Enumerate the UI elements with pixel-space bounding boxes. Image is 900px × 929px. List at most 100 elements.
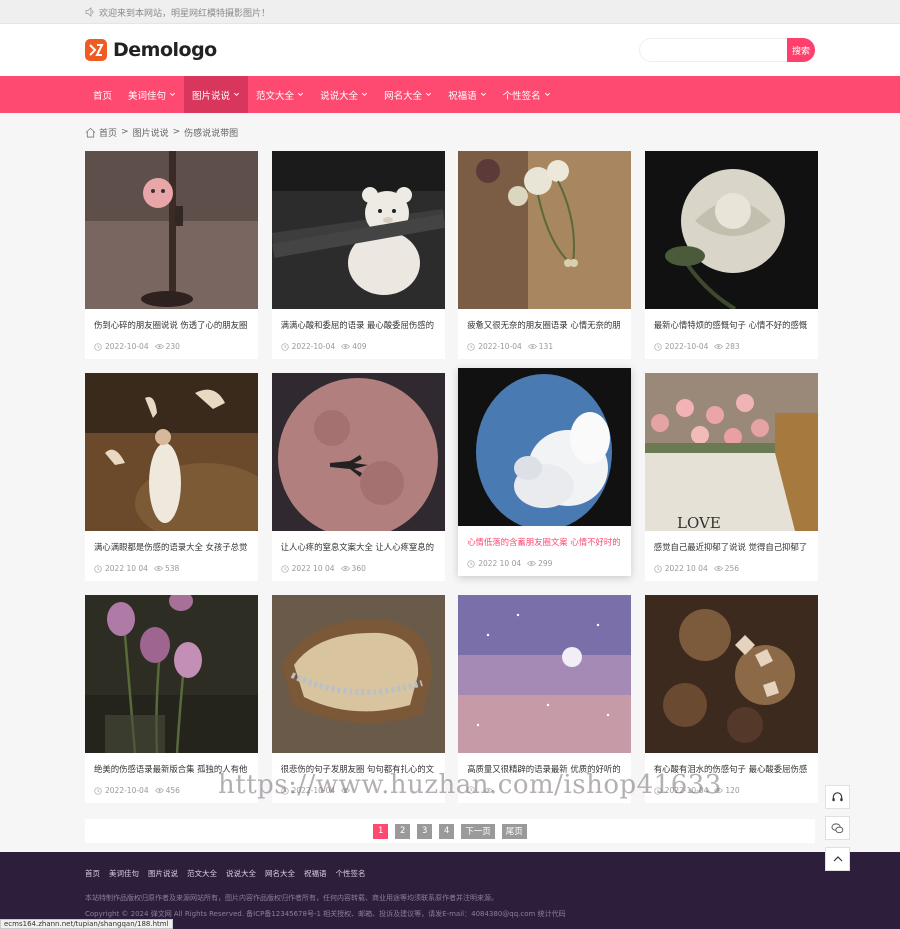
footer-link[interactable]: 范文大全	[187, 868, 217, 879]
image-card[interactable]: 最新心情特烦的感慨句子 心情不好的感慨 2022-10-04 283	[644, 151, 818, 359]
clock-icon	[654, 342, 662, 351]
card-views	[484, 787, 495, 794]
card-date: 2022-10-04	[105, 342, 149, 351]
card-views: 120	[714, 786, 740, 795]
card-title[interactable]: 有心酸有泪水的伤感句子 最心酸委屈伤感	[654, 763, 810, 775]
card-title[interactable]: 让人心疼的窒息文案大全 让人心疼窒息的	[281, 541, 437, 553]
site-header: Demologo 搜索	[0, 24, 900, 76]
nav-item-0[interactable]: 首页	[85, 76, 120, 113]
search-input[interactable]	[639, 38, 787, 62]
clock-icon	[467, 786, 475, 794]
breadcrumb-home[interactable]: 首页	[99, 126, 117, 139]
card-views: 538	[153, 564, 180, 573]
footer-links: 首页 美词佳句 图片说说 范文大全 说说大全 网名大全 祝福语 个性签名	[85, 868, 815, 879]
nav-item-label: 个性签名	[502, 90, 541, 102]
eye-icon	[714, 787, 724, 794]
image-card[interactable]: 高质量又很精辟的语录最新 优质的好听的	[458, 595, 632, 803]
nav-item-7[interactable]: 个性签名	[495, 76, 559, 113]
next-page-button[interactable]: 下一页	[461, 823, 495, 839]
card-view-count: 299	[538, 559, 553, 568]
nav-item-3[interactable]: 范文大全	[248, 76, 312, 113]
card-views: 299	[527, 559, 552, 568]
card-title[interactable]: 疲惫又很无奈的朋友圈语录 心情无奈的朋	[467, 319, 623, 331]
eye-icon	[527, 560, 537, 567]
image-card[interactable]: 满心满眼都是伤感的语录大全 女孩子总觉 2022 10 04 538	[85, 373, 258, 581]
card-view-count: 256	[724, 564, 740, 573]
card-views: 360	[340, 564, 366, 573]
image-card[interactable]: 满满心酸和委屈的语录 最心酸委屈伤感的 2022-10-04 409	[271, 151, 445, 359]
back-to-top-button[interactable]	[825, 847, 850, 871]
nav-item-6[interactable]: 祝福语	[440, 76, 495, 113]
search-button[interactable]: 搜索	[787, 38, 815, 62]
card-thumbnail	[458, 595, 632, 753]
clock-icon	[280, 786, 289, 795]
wechat-button[interactable]	[825, 816, 850, 840]
page-4-button[interactable]: 4	[439, 823, 455, 839]
card-title[interactable]: 高质量又很精辟的语录最新 优质的好听的	[467, 763, 623, 775]
nav-item-1[interactable]: 美词佳句	[120, 76, 184, 113]
page-1-button[interactable]: 1	[373, 823, 389, 839]
breadcrumb-category[interactable]: 图片说说	[133, 126, 169, 139]
footer-link[interactable]: 说说大全	[226, 868, 256, 879]
card-meta	[467, 786, 631, 794]
nav-item-label: 首页	[93, 90, 113, 102]
card-view-count: 409	[352, 342, 367, 351]
card-date: 2022-10-04	[105, 786, 149, 795]
card-title[interactable]: 满满心酸和委屈的语录 最心酸委屈伤感的	[281, 319, 437, 331]
card-title[interactable]: 绝美的伤感语录最新版合集 孤独的人有他	[94, 763, 250, 775]
image-card[interactable]: 绝美的伤感语录最新版合集 孤独的人有他 2022-10-04 456	[85, 595, 258, 803]
card-date: 2022 10 04	[664, 564, 708, 573]
home-icon	[85, 127, 96, 137]
footer-link[interactable]: 图片说说	[148, 868, 178, 879]
card-meta: 2022 10 04 299	[467, 559, 631, 568]
footer-link[interactable]: 个性签名	[336, 868, 366, 879]
card-date: 2022-10-04	[478, 342, 522, 351]
card-date: 2022-10-04	[291, 342, 336, 351]
footer-link[interactable]: 网名大全	[265, 868, 295, 879]
page-3-button[interactable]: 3	[417, 823, 433, 839]
customer-service-button[interactable]	[825, 785, 850, 809]
card-title[interactable]: 心情低落的含蓄朋友圈文案 心情不好时的	[467, 536, 623, 548]
eye-icon	[527, 343, 537, 350]
card-title[interactable]: 满心满眼都是伤感的语录大全 女孩子总觉	[94, 541, 250, 553]
card-title[interactable]: 最新心情特烦的感慨句子 心情不好的感慨	[654, 319, 810, 331]
nav-item-4[interactable]: 说说大全	[312, 76, 376, 113]
card-thumbnail	[271, 373, 445, 531]
card-date: 2022 10 04	[478, 559, 522, 568]
footer-link[interactable]: 美词佳句	[109, 868, 139, 879]
image-card[interactable]: LOVE 感觉自己最近抑郁了说说 觉得自己抑郁了 2022 10 04 256	[644, 373, 818, 581]
image-card[interactable]: 有心酸有泪水的伤感句子 最心酸委屈伤感 2022-10-04 120	[644, 595, 818, 803]
card-views: 131	[527, 342, 553, 351]
image-card[interactable]: 心情低落的含蓄朋友圈文案 心情不好时的 2022 10 04 299	[458, 368, 632, 576]
chevron-down-icon	[234, 92, 240, 97]
eye-icon	[484, 787, 494, 793]
nav-item-5[interactable]: 网名大全	[376, 76, 440, 113]
card-title[interactable]: 感觉自己最近抑郁了说说 觉得自己抑郁了	[654, 541, 810, 553]
chevron-up-icon	[833, 856, 842, 862]
nav-item-2[interactable]: 图片说说	[184, 76, 249, 113]
eye-icon	[714, 343, 724, 350]
card-thumbnail	[458, 151, 632, 309]
card-view-count: 230	[165, 342, 180, 351]
last-page-button[interactable]: 尾页	[501, 823, 527, 839]
chevron-down-icon	[170, 92, 176, 97]
footer-link[interactable]: 祝福语	[304, 868, 327, 879]
image-card[interactable]: 疲惫又很无奈的朋友圈语录 心情无奈的朋 2022-10-04 131	[458, 151, 632, 359]
image-card[interactable]: 伤到心碎的朋友圈说说 伤透了心的朋友圈 2022-10-04 230	[85, 151, 258, 359]
site-logo[interactable]: Demologo	[85, 39, 217, 61]
card-meta: 2022-10-04 131	[467, 342, 631, 351]
card-title[interactable]: 伤到心碎的朋友圈说说 伤透了心的朋友圈	[94, 319, 250, 331]
card-thumbnail	[644, 595, 818, 753]
card-view-count: 538	[164, 564, 180, 573]
card-title[interactable]: 很悲伤的句子发朋友圈 句句都有扎心的文	[281, 763, 437, 775]
card-view-count: 120	[725, 786, 740, 795]
image-card[interactable]: 很悲伤的句子发朋友圈 句句都有扎心的文 2022-10-04	[271, 595, 445, 803]
eye-icon	[154, 343, 164, 350]
page-2-button[interactable]: 2	[395, 823, 411, 839]
breadcrumb-separator: >	[172, 127, 181, 137]
image-card[interactable]: 让人心疼的窒息文案大全 让人心疼窒息的 2022 10 04 360	[271, 373, 445, 581]
card-meta: 2022 10 04 256	[654, 564, 818, 573]
headset-icon	[832, 791, 843, 801]
clock-icon	[94, 564, 102, 573]
footer-link[interactable]: 首页	[85, 868, 100, 879]
